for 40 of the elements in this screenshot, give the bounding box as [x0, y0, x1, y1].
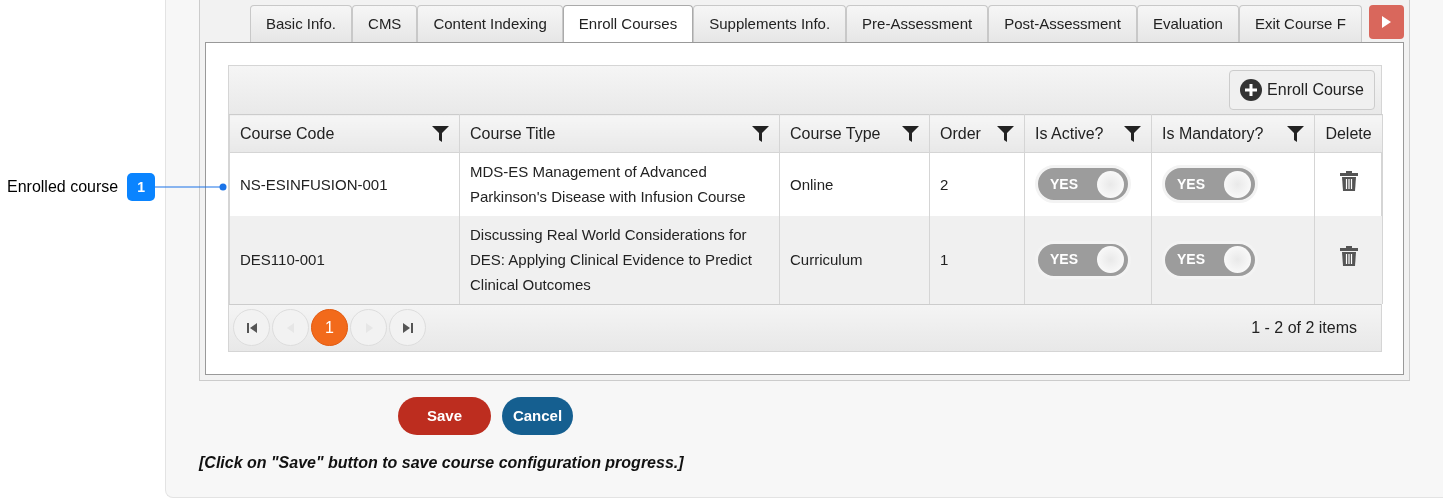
- column-header: Course Code: [240, 123, 335, 144]
- column-header: Is Mandatory?: [1162, 123, 1264, 144]
- table-cell: 1: [940, 251, 949, 268]
- last-page-icon: [402, 322, 413, 333]
- tab[interactable]: Evaluation: [1136, 5, 1239, 42]
- plus-circle-icon: [1240, 79, 1263, 101]
- enroll-course-button[interactable]: Enroll Course: [1229, 70, 1375, 110]
- table-cell: Curriculum: [790, 251, 863, 268]
- tab[interactable]: CMS: [352, 5, 418, 42]
- tab[interactable]: Enroll Courses: [562, 5, 694, 42]
- column-header: Order: [940, 123, 981, 144]
- table-cell: 2: [940, 175, 949, 193]
- tab[interactable]: Basic Info.: [250, 5, 353, 42]
- column-header: Course Type: [790, 123, 881, 144]
- tab[interactable]: Supplements Info.: [693, 5, 847, 42]
- cancel-button[interactable]: Cancel: [502, 397, 573, 435]
- save-button[interactable]: Save: [398, 397, 491, 435]
- tab[interactable]: Post-Assessment: [988, 5, 1137, 42]
- table-cell: MDS-ES Management of Advanced Parkinson's Disease with Infusion Course: [470, 163, 746, 206]
- callout-badge: 1: [127, 173, 156, 201]
- play-icon: [1382, 16, 1392, 28]
- scroll-right-button[interactable]: [1369, 5, 1404, 39]
- tab[interactable]: Pre-Assessment: [846, 5, 989, 42]
- pager-last-button[interactable]: [389, 309, 426, 346]
- tab[interactable]: Exit Course F: [1238, 5, 1362, 42]
- pager-first-button[interactable]: [233, 309, 270, 346]
- delete-button[interactable]: [1339, 246, 1358, 266]
- callout-label: Enrolled course: [7, 177, 119, 197]
- table-cell: Online: [790, 175, 834, 193]
- tab[interactable]: Content Indexing: [417, 5, 563, 42]
- instruction-note: [Click on "Save" button to save course configuration progress.]: [199, 453, 685, 473]
- table-cell: DES110-001: [240, 251, 325, 268]
- table-cell: NS-ESINFUSION-001: [240, 175, 388, 193]
- table-cell: Discussing Real World Considerations for DES: Applying Clinical Evidence to Predict Clinical Outcomes: [470, 226, 752, 293]
- column-header: Delete: [1325, 123, 1372, 144]
- column-header: Course Title: [470, 123, 556, 144]
- pager-summary: 1 - 2 of 2 items: [1251, 317, 1357, 338]
- first-page-icon: [246, 322, 257, 333]
- delete-button[interactable]: [1339, 170, 1358, 191]
- column-header: Is Active?: [1035, 123, 1104, 144]
